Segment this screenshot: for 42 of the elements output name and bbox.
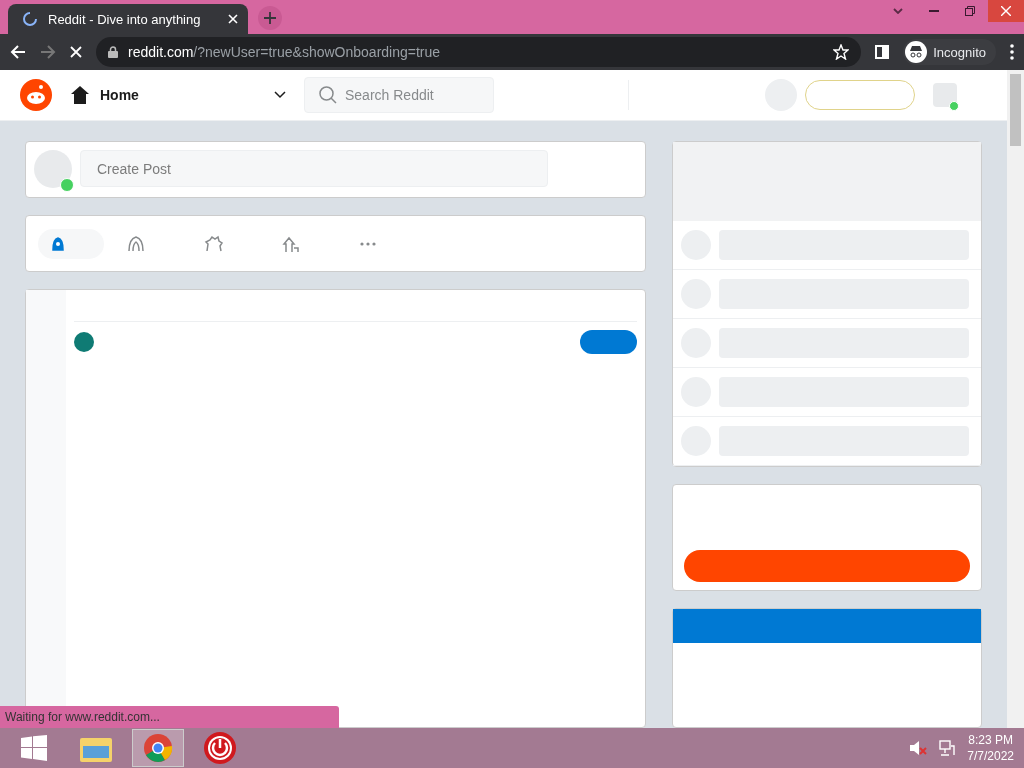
forward-icon[interactable] [40, 44, 56, 60]
taskbar-app[interactable] [132, 729, 184, 767]
scrollbar[interactable] [1007, 70, 1024, 728]
address-bar[interactable]: reddit.com/?newUser=true&showOnboarding=true [96, 37, 862, 67]
search-icon [319, 86, 337, 104]
more-icon [360, 241, 376, 246]
menu-icon[interactable] [1010, 44, 1014, 60]
home-icon [70, 85, 90, 105]
browser-icon [143, 733, 173, 763]
window-close-button[interactable] [988, 0, 1024, 22]
minimize-icon [929, 10, 939, 12]
power-icon [204, 732, 236, 764]
restore-icon [965, 6, 975, 16]
side-panel-icon[interactable] [875, 45, 890, 59]
plus-icon [264, 12, 276, 24]
windows-icon [21, 735, 47, 761]
browser-tab[interactable]: Reddit - Dive into anything [8, 4, 248, 34]
new-tab-button[interactable] [258, 6, 282, 30]
close-icon [1001, 6, 1011, 16]
tab-title: Reddit - Dive into anything [48, 11, 202, 27]
chevron-icon [274, 91, 286, 99]
star-icon[interactable] [833, 44, 850, 60]
clock[interactable]: 8:23 PM 7/7/2022 [967, 733, 1014, 763]
back-icon[interactable] [10, 44, 26, 60]
chevron-icon [893, 8, 903, 14]
stop-icon[interactable] [70, 46, 82, 58]
url-path: /?newUser=true&showOnboarding=true [193, 44, 441, 60]
burst-icon [204, 233, 224, 254]
muted-speaker-icon[interactable] [909, 740, 928, 756]
url-host: reddit.com [128, 44, 194, 60]
feed-selector[interactable]: Home [70, 85, 286, 105]
network-icon[interactable] [939, 740, 956, 756]
community-dot [74, 332, 94, 352]
create-post-field[interactable]: Create Post [80, 150, 548, 187]
logo-icon[interactable] [20, 79, 52, 111]
incognito-icon [905, 41, 928, 63]
flame-icon [126, 233, 146, 254]
close-icon[interactable] [228, 14, 238, 24]
status-text: Waiting for www.reddit.com... [0, 706, 339, 728]
sort-tab[interactable] [38, 228, 104, 259]
lock-icon [108, 46, 118, 58]
profile-button[interactable]: Incognito [903, 39, 996, 65]
